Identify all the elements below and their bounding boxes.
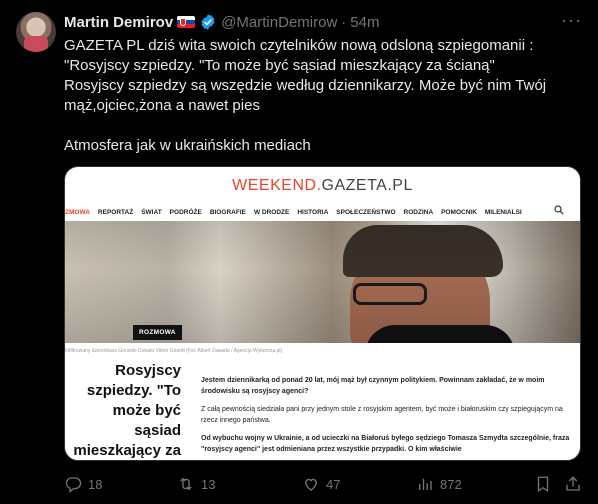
tweet-header: Martin Demirov @MartinDemirow · 54m bbox=[64, 12, 379, 32]
views-chart-icon bbox=[419, 478, 432, 490]
attached-image-card[interactable]: WEEKEND.GAZETA.PL ZMOWA REPORTAŻ ŚWIAT P… bbox=[64, 166, 581, 461]
menu-item: REPORTAŻ bbox=[97, 208, 134, 216]
menu-item: SPOŁECZEŃSTWO bbox=[336, 208, 396, 216]
menu-item: BIOGRAFIE bbox=[209, 208, 246, 216]
article-body: Jestem dziennikarką od ponad 20 lat, mój… bbox=[201, 375, 573, 460]
more-horizontal-icon[interactable]: ··· bbox=[561, 10, 582, 31]
bookmark-button[interactable] bbox=[534, 475, 552, 493]
like-count: 47 bbox=[326, 476, 341, 492]
share-button[interactable] bbox=[564, 475, 582, 493]
tweet-text-line: GAZETA PL dziś wita swoich czytelników n… bbox=[64, 37, 534, 54]
reply-count: 18 bbox=[88, 476, 103, 492]
category-badge: ROZMOWA bbox=[133, 325, 182, 340]
tweet-text: GAZETA PL dziś wita swoich czytelników n… bbox=[64, 36, 584, 156]
verified-badge-icon bbox=[201, 14, 215, 30]
tweet-text-line: Rosyjscy szpiedzy są wszędzie według dzi… bbox=[64, 77, 547, 94]
menu-item: PODRÓŻE bbox=[169, 208, 202, 216]
reply-icon bbox=[65, 477, 82, 493]
article-headline: Rosyjscy szpiedzy. "To może być sąsiad m… bbox=[73, 362, 181, 459]
slovakia-flag-icon bbox=[177, 16, 196, 28]
tweet-time[interactable]: 54m bbox=[350, 14, 379, 31]
tweet-actions: 18 13 47 872 bbox=[64, 474, 584, 494]
tweet-text-line: "Rosyjscy szpiedzy. "To może być sąsiad … bbox=[64, 57, 495, 74]
bookmark-icon bbox=[537, 476, 549, 493]
article-paragraph: Od wybuchu wojny w Ukrainie, a od uciecz… bbox=[201, 435, 570, 453]
retweet-button[interactable]: 13 bbox=[177, 475, 215, 493]
author-handle[interactable]: @MartinDemirow bbox=[221, 14, 337, 31]
photo-caption: Infiltrowany dziennikarz Gerardo Donato … bbox=[65, 348, 283, 354]
views-button[interactable]: 872 bbox=[416, 475, 462, 493]
retweet-icon bbox=[180, 477, 192, 491]
menu-item: RODZINA bbox=[403, 208, 434, 216]
search-icon bbox=[554, 205, 564, 215]
site-logo: WEEKEND.GAZETA.PL bbox=[232, 177, 413, 194]
tweet-text-line: Atmosfera jak w ukraińskich mediach bbox=[64, 137, 311, 154]
like-button[interactable]: 47 bbox=[302, 475, 340, 493]
header-separator: · bbox=[341, 13, 347, 31]
site-menu: ZMOWA REPORTAŻ ŚWIAT PODRÓŻE BIOGRAFIE W… bbox=[65, 204, 580, 220]
menu-item: HISTORIA bbox=[297, 208, 329, 216]
share-icon bbox=[566, 476, 580, 491]
menu-item: W DRODZE bbox=[253, 208, 290, 216]
tweet-text-line: mąż,ojciec,żona a nawet pies bbox=[64, 97, 260, 114]
author-avatar[interactable] bbox=[16, 12, 56, 52]
article-paragraph: Z całą pewnością siedziała pani przy jed… bbox=[201, 406, 563, 424]
menu-item: MILENIALSI bbox=[484, 208, 522, 216]
author-name[interactable]: Martin Demirov bbox=[64, 14, 173, 31]
article-paragraph: Jestem dziennikarką od ponad 20 lat, mój… bbox=[201, 377, 545, 395]
menu-item: POMOCNIK bbox=[441, 208, 477, 216]
menu-item: ZMOWA bbox=[65, 208, 90, 216]
views-count: 872 bbox=[440, 476, 462, 492]
retweet-count: 13 bbox=[201, 476, 216, 492]
menu-item: ŚWIAT bbox=[141, 208, 162, 216]
heart-icon bbox=[305, 478, 317, 491]
reply-button[interactable]: 18 bbox=[64, 475, 102, 493]
